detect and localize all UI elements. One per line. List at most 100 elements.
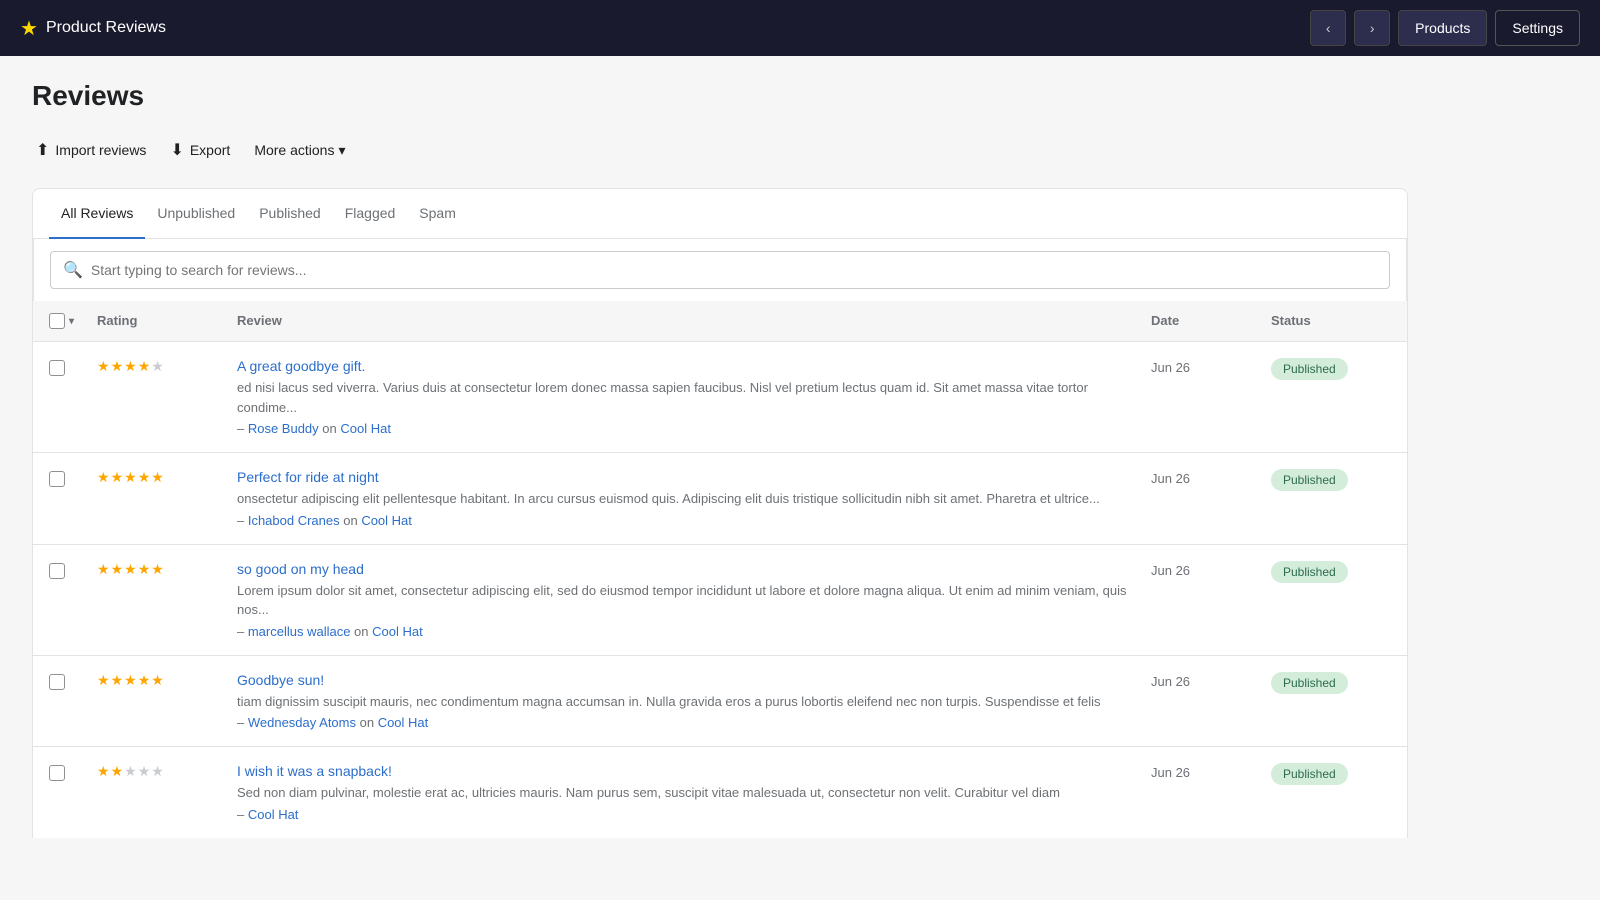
review-cell: Perfect for ride at night onsectetur adi… bbox=[237, 469, 1151, 528]
star-empty: ★ bbox=[124, 763, 137, 780]
tab-flagged[interactable]: Flagged bbox=[333, 189, 408, 239]
table-header: ▾ Rating Review Date Status bbox=[33, 301, 1407, 342]
row-select-checkbox[interactable] bbox=[49, 471, 65, 487]
review-cell: Goodbye sun! tiam dignissim suscipit mau… bbox=[237, 672, 1151, 731]
author-link[interactable]: Ichabod Cranes bbox=[248, 513, 340, 528]
search-container: 🔍 bbox=[33, 239, 1407, 301]
status-badge: Published bbox=[1271, 469, 1348, 491]
reviews-panel: All ReviewsUnpublishedPublishedFlaggedSp… bbox=[32, 188, 1408, 838]
star-rating: ★★★★★ bbox=[97, 358, 237, 375]
star-filled: ★ bbox=[111, 672, 124, 689]
nav-next-button[interactable]: › bbox=[1354, 10, 1390, 46]
star-filled: ★ bbox=[124, 358, 137, 375]
star-filled: ★ bbox=[97, 672, 110, 689]
review-cell: so good on my head Lorem ipsum dolor sit… bbox=[237, 561, 1151, 639]
date-cell: Jun 26 bbox=[1151, 358, 1271, 375]
star-filled: ★ bbox=[124, 672, 137, 689]
settings-button[interactable]: Settings bbox=[1495, 10, 1580, 46]
star-filled: ★ bbox=[111, 469, 124, 486]
star-filled: ★ bbox=[97, 763, 110, 780]
status-cell: Published bbox=[1271, 358, 1391, 380]
review-title[interactable]: Goodbye sun! bbox=[237, 672, 1151, 688]
row-checkbox bbox=[49, 672, 97, 693]
table-row: ★★★★★ A great goodbye gift. ed nisi lacu… bbox=[33, 342, 1407, 453]
rating-cell: ★★★★★ bbox=[97, 561, 237, 578]
star-filled: ★ bbox=[97, 358, 110, 375]
table-row: ★★★★★ I wish it was a snapback! Sed non … bbox=[33, 747, 1407, 838]
more-actions-button[interactable]: More actions ▾ bbox=[250, 134, 349, 167]
row-select-checkbox[interactable] bbox=[49, 674, 65, 690]
product-link[interactable]: Cool Hat bbox=[248, 807, 299, 822]
product-link[interactable]: Cool Hat bbox=[361, 513, 412, 528]
status-badge: Published bbox=[1271, 672, 1348, 694]
author-link[interactable]: Rose Buddy bbox=[248, 421, 319, 436]
star-filled: ★ bbox=[151, 561, 164, 578]
star-rating: ★★★★★ bbox=[97, 561, 237, 578]
row-checkbox bbox=[49, 763, 97, 784]
status-cell: Published bbox=[1271, 469, 1391, 491]
tab-published[interactable]: Published bbox=[247, 189, 333, 239]
star-filled: ★ bbox=[151, 469, 164, 486]
row-checkbox bbox=[49, 358, 97, 379]
search-box: 🔍 bbox=[50, 251, 1390, 289]
main-content: Reviews ⬆ Import reviews ⬇ Export More a… bbox=[0, 56, 1440, 862]
nav-actions: ‹ › Products Settings bbox=[1310, 10, 1580, 46]
rating-cell: ★★★★★ bbox=[97, 672, 237, 689]
table-row: ★★★★★ Goodbye sun! tiam dignissim suscip… bbox=[33, 656, 1407, 748]
export-button[interactable]: ⬇ Export bbox=[166, 132, 234, 168]
author-link[interactable]: marcellus wallace bbox=[248, 624, 351, 639]
review-author: – Rose Buddy on Cool Hat bbox=[237, 421, 1151, 436]
import-reviews-button[interactable]: ⬆ Import reviews bbox=[32, 132, 150, 168]
review-title[interactable]: A great goodbye gift. bbox=[237, 358, 1151, 374]
product-link[interactable]: Cool Hat bbox=[378, 715, 429, 730]
row-select-checkbox[interactable] bbox=[49, 563, 65, 579]
export-icon: ⬇ bbox=[170, 140, 183, 160]
tab-unpublished[interactable]: Unpublished bbox=[145, 189, 247, 239]
review-body: ed nisi lacus sed viverra. Varius duis a… bbox=[237, 378, 1151, 417]
row-checkbox bbox=[49, 469, 97, 490]
status-cell: Published bbox=[1271, 763, 1391, 785]
header-review: Review bbox=[237, 313, 1151, 329]
star-icon: ★ bbox=[20, 16, 38, 41]
review-author: – Ichabod Cranes on Cool Hat bbox=[237, 513, 1151, 528]
review-author: – Wednesday Atoms on Cool Hat bbox=[237, 715, 1151, 730]
table-body: ★★★★★ A great goodbye gift. ed nisi lacu… bbox=[33, 342, 1407, 838]
star-filled: ★ bbox=[138, 358, 151, 375]
row-select-checkbox[interactable] bbox=[49, 765, 65, 781]
star-filled: ★ bbox=[151, 672, 164, 689]
review-title[interactable]: I wish it was a snapback! bbox=[237, 763, 1151, 779]
row-select-checkbox[interactable] bbox=[49, 360, 65, 376]
products-button[interactable]: Products bbox=[1398, 10, 1487, 46]
star-empty: ★ bbox=[151, 358, 164, 375]
tab-bar: All ReviewsUnpublishedPublishedFlaggedSp… bbox=[33, 189, 1407, 239]
star-rating: ★★★★★ bbox=[97, 672, 237, 689]
select-all-checkbox[interactable] bbox=[49, 313, 65, 329]
review-author: – marcellus wallace on Cool Hat bbox=[237, 624, 1151, 639]
table-row: ★★★★★ Perfect for ride at night onsectet… bbox=[33, 453, 1407, 545]
author-link[interactable]: Wednesday Atoms bbox=[248, 715, 356, 730]
import-label: Import reviews bbox=[55, 142, 146, 158]
header-rating: Rating bbox=[97, 313, 237, 329]
top-navigation: ★ Product Reviews ‹ › Products Settings bbox=[0, 0, 1600, 56]
product-link[interactable]: Cool Hat bbox=[372, 624, 423, 639]
rating-cell: ★★★★★ bbox=[97, 469, 237, 486]
tab-spam[interactable]: Spam bbox=[407, 189, 468, 239]
header-checkbox: ▾ bbox=[49, 313, 97, 329]
tab-all[interactable]: All Reviews bbox=[49, 189, 145, 239]
star-filled: ★ bbox=[97, 561, 110, 578]
table-row: ★★★★★ so good on my head Lorem ipsum dol… bbox=[33, 545, 1407, 656]
product-link[interactable]: Cool Hat bbox=[340, 421, 391, 436]
review-title[interactable]: Perfect for ride at night bbox=[237, 469, 1151, 485]
star-filled: ★ bbox=[111, 561, 124, 578]
date-cell: Jun 26 bbox=[1151, 561, 1271, 578]
review-cell: A great goodbye gift. ed nisi lacus sed … bbox=[237, 358, 1151, 436]
star-empty: ★ bbox=[151, 763, 164, 780]
checkbox-dropdown-icon[interactable]: ▾ bbox=[69, 316, 74, 327]
review-title[interactable]: so good on my head bbox=[237, 561, 1151, 577]
header-date: Date bbox=[1151, 313, 1271, 329]
nav-prev-button[interactable]: ‹ bbox=[1310, 10, 1346, 46]
search-input[interactable] bbox=[91, 262, 1377, 278]
status-cell: Published bbox=[1271, 672, 1391, 694]
star-rating: ★★★★★ bbox=[97, 763, 237, 780]
rating-cell: ★★★★★ bbox=[97, 358, 237, 375]
